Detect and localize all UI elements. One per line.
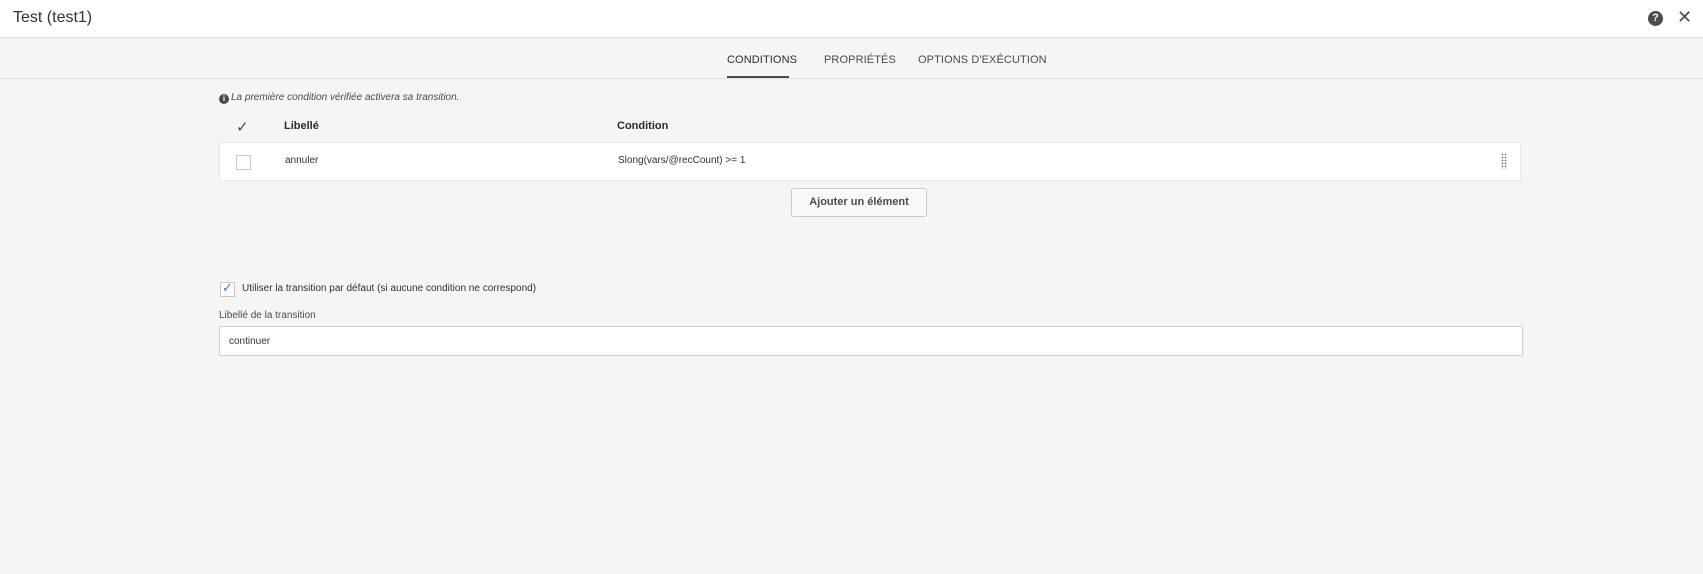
row-condition-cell[interactable]: Slong(vars/@recCount) >= 1 <box>618 155 745 166</box>
active-tab-indicator <box>727 76 789 78</box>
add-element-button[interactable]: Ajouter un élément <box>791 188 927 217</box>
info-text: La première condition vérifiée activera … <box>231 92 460 103</box>
tab-properties[interactable]: PROPRIÉTÉS <box>824 54 896 66</box>
row-checkbox[interactable] <box>236 155 251 170</box>
tab-bar: CONDITIONS PROPRIÉTÉS OPTIONS D'EXÉCUTIO… <box>0 38 1703 79</box>
drag-handle-icon[interactable] <box>1501 153 1507 169</box>
help-icon[interactable]: ? <box>1648 11 1663 26</box>
transition-label-input[interactable] <box>219 326 1523 356</box>
tab-conditions[interactable]: CONDITIONS <box>727 54 797 66</box>
info-icon: i <box>219 94 229 104</box>
default-transition-checkbox[interactable]: ✓ <box>220 280 235 297</box>
conditions-table-header: ✓ Libellé Condition <box>219 115 1521 142</box>
checkmark-icon[interactable]: ✓ <box>236 118 249 136</box>
conditions-info: i La première condition vérifiée activera… <box>219 92 459 104</box>
default-transition-label[interactable]: Utiliser la transition par défaut (si au… <box>242 283 536 294</box>
table-row[interactable]: annuler Slong(vars/@recCount) >= 1 <box>219 142 1521 181</box>
close-icon[interactable]: ✕ <box>1677 6 1692 28</box>
row-label-cell[interactable]: annuler <box>285 155 318 166</box>
column-header-condition: Condition <box>617 120 669 132</box>
transition-label-caption: Libellé de la transition <box>219 310 316 321</box>
dialog-header: Test (test1) ? ✕ <box>0 0 1703 38</box>
checkmark-icon: ✓ <box>222 280 233 295</box>
tab-execution-options[interactable]: OPTIONS D'EXÉCUTION <box>918 54 1047 66</box>
column-header-label: Libellé <box>284 120 319 132</box>
dialog-title: Test (test1) <box>13 9 93 26</box>
